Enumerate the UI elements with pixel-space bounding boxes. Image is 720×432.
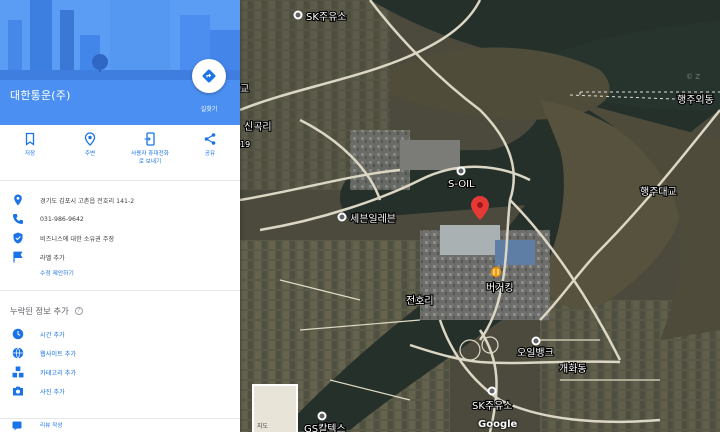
label-oil-bank[interactable]: 오일뱅크 [516,346,555,360]
nearby-icon [84,132,96,146]
poi-pin-icon[interactable] [531,336,541,346]
add-hours-text: 시간 추가 [40,332,65,339]
place-info: 경기도 김포시 고촌읍 전호리 141-2 031-986-9642 비즈니스에… [0,181,240,291]
directions-button[interactable] [192,59,226,93]
write-review-label: 리뷰 작성 [40,423,63,429]
poi-pin-icon[interactable] [317,411,327,421]
add-website-text: 웹사이트 추가 [40,351,77,358]
share-label: 공유 [204,151,216,157]
directions-label: 길찾기 [200,106,218,113]
claim-row[interactable]: 비즈니스에 대한 소유권 주장 [0,229,240,248]
label-gyo: 교 [240,84,249,95]
send-to-phone-label: 사용자 휴대전화 로 보내기 [131,151,169,165]
satellite-map[interactable]: SK주유소 교 신곡리 19 행주외동 S-OIL 세븐일레븐 행주대교 전호리… [240,0,720,432]
clock-icon [12,328,24,340]
restaurant-icon[interactable] [491,267,501,277]
camera-icon [13,386,23,396]
save-button[interactable]: 저장 [0,132,60,180]
label-gaehwa: 개화동 [559,363,587,375]
save-label: 저장 [24,151,36,157]
label-sk-bottom[interactable]: SK주유소 [471,399,514,413]
label-jeonhori: 전호리 [406,295,434,307]
bookmark-icon [25,132,35,146]
place-panel: 대한통운(주) 길찾기 저장 주변 사용자 휴대전화 로 보내기 공유 경기도 … [0,0,240,432]
phone-icon [13,214,23,224]
poi-pin-icon[interactable] [293,10,303,20]
label-singok: 신곡리 [244,121,272,133]
add-label-row[interactable]: 라벨 추가 [0,248,240,267]
add-label-text: 라벨 추가 [40,255,65,262]
add-photo-text: 사진 추가 [40,389,65,396]
action-bar: 저장 주변 사용자 휴대전화 로 보내기 공유 [0,125,240,181]
place-hero: 대한통운(주) 길찾기 [0,0,240,125]
send-to-phone-button[interactable]: 사용자 휴대전화 로 보내기 [120,132,180,180]
claim-text: 비즈니스에 대한 소유권 주장 [40,236,115,243]
address-row[interactable]: 경기도 김포시 고촌읍 전호리 141-2 [0,191,240,210]
label-haengju-top: 행주외동 [677,94,714,106]
selected-place-pin-icon[interactable] [471,196,489,220]
maps-window: 대한통운(주) 길찾기 저장 주변 사용자 휴대전화 로 보내기 공유 경기도 … [0,0,720,432]
globe-icon [12,347,24,359]
poi-pin-icon[interactable] [487,386,497,396]
poi-pin-icon[interactable] [337,212,347,222]
flag-icon [13,251,23,263]
phone-text: 031-986-9642 [40,216,84,223]
label-sk-top[interactable]: SK주유소 [305,10,348,24]
label-haengju-bridge: 행주대교 [640,186,677,198]
review-icon [12,421,22,431]
help-icon[interactable]: ? [74,307,83,315]
map-type-toggle[interactable]: 지도 [252,384,298,432]
address-text: 경기도 김포시 고촌읍 전호리 141-2 [40,198,135,205]
map-labels: SK주유소 교 신곡리 19 행주외동 S-OIL 세븐일레븐 행주대교 전호리… [240,10,715,432]
add-category-text: 카테고리 추가 [40,370,77,377]
suggest-edit-link[interactable]: 수정 제안하기 [0,267,240,281]
share-icon [204,133,216,145]
write-review-button[interactable]: 리뷰 작성 [0,418,240,432]
directions-icon [202,69,216,83]
label-seven-eleven[interactable]: 세븐일레븐 [349,212,397,226]
label-s-oil[interactable]: S-OIL [447,178,476,191]
add-category-row[interactable]: 카테고리 추가 [0,363,240,382]
category-icon [12,366,24,378]
send-to-phone-icon [144,132,155,146]
location-pin-icon [14,194,22,206]
nearby-button[interactable]: 주변 [60,132,120,180]
google-logo: Google [478,419,518,430]
missing-info-header: 누락된 정보 추가 ? [0,291,240,321]
share-button[interactable]: 공유 [180,132,240,180]
label-gs-caltex[interactable]: GS칼텍스 [303,421,347,432]
place-title: 대한통운(주) [10,89,71,102]
add-photo-row[interactable]: 사진 추가 [0,382,240,401]
missing-info-list: 시간 추가 웹사이트 추가 카테고리 추가 사진 추가 [0,321,240,401]
label-burger-king[interactable]: 버거킹 [485,281,515,295]
add-hours-row[interactable]: 시간 추가 [0,325,240,344]
nearby-label: 주변 [84,151,96,157]
map-watermark: © Z [686,73,700,81]
poi-pin-icon[interactable] [456,166,466,176]
add-website-row[interactable]: 웹사이트 추가 [0,344,240,363]
phone-row[interactable]: 031-986-9642 [0,210,240,229]
shield-check-icon [13,232,23,244]
map-type-label: 지도 [257,423,269,430]
label-19: 19 [240,140,250,149]
missing-info-title: 누락된 정보 추가 [10,306,69,316]
